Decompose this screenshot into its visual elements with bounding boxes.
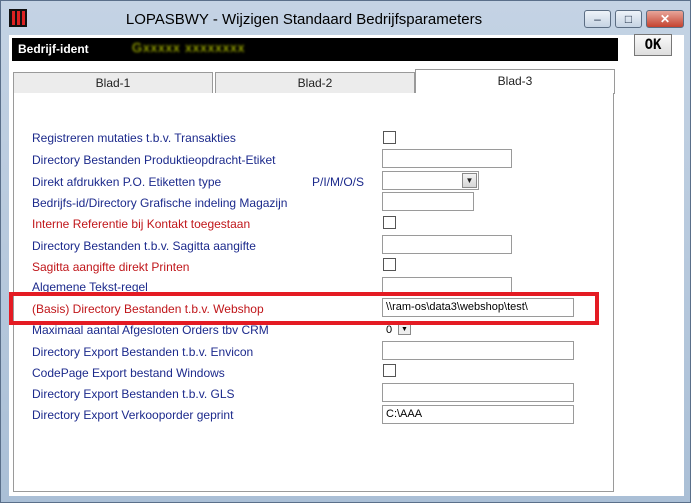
row-label-gls: Directory Export Bestanden t.b.v. GLS xyxy=(32,387,235,401)
max-orders-spinner[interactable]: 0 ▼ xyxy=(386,324,416,338)
row-label-grafische-indeling: Bedrijfs-id/Directory Grafische indeling… xyxy=(32,196,288,210)
grafische-indeling-field[interactable] xyxy=(382,192,474,211)
chevron-down-icon[interactable]: ▼ xyxy=(462,173,477,188)
tab-blad-3[interactable]: Blad-3 xyxy=(415,69,615,94)
envicon-directory-field[interactable] xyxy=(382,341,574,360)
po-etiketten-select[interactable]: ▼ xyxy=(382,171,479,190)
interne-referentie-checkbox[interactable] xyxy=(383,216,396,229)
row-label-codepage: CodePage Export bestand Windows xyxy=(32,366,225,380)
produktie-etiket-field[interactable] xyxy=(382,149,512,168)
client-area: Bedrijf-ident Gxxxxx xxxxxxxx Blad-1 Bla… xyxy=(9,35,684,496)
gls-directory-field[interactable] xyxy=(382,383,574,402)
main-window: LOPASBWY - Wijzigen Standaard Bedrijfspa… xyxy=(0,0,691,503)
close-button[interactable]: ✕ xyxy=(646,10,684,28)
maximize-button[interactable]: □ xyxy=(615,10,642,28)
close-icon: ✕ xyxy=(659,12,671,26)
chevron-down-icon[interactable]: ▼ xyxy=(398,324,411,335)
sagitta-directory-field[interactable] xyxy=(382,235,512,254)
ident-value: Gxxxxx xxxxxxxx xyxy=(132,40,246,55)
sagitta-printen-checkbox[interactable] xyxy=(383,258,396,271)
ident-label: Bedrijf-ident xyxy=(18,42,89,56)
row-label-verkooporder: Directory Export Verkooporder geprint xyxy=(32,408,234,422)
minimize-button[interactable]: – xyxy=(584,10,611,28)
minimize-icon: – xyxy=(594,12,601,26)
tab-blad-2[interactable]: Blad-2 xyxy=(215,72,415,93)
verkooporder-directory-field[interactable]: C:\AAA xyxy=(382,405,574,424)
row-label-po-etiketten: Direkt afdrukken P.O. Etiketten type xyxy=(32,175,222,189)
tab-strip: Blad-1 Blad-2 Blad-3 xyxy=(13,69,615,94)
ident-bar: Bedrijf-ident Gxxxxx xxxxxxxx xyxy=(12,38,618,61)
row-label-interne-referentie: Interne Referentie bij Kontakt toegestaa… xyxy=(32,217,251,231)
ok-button[interactable]: OK xyxy=(634,34,672,56)
row-label-transakties: Registreren mutaties t.b.v. Transakties xyxy=(32,131,236,145)
codepage-checkbox[interactable] xyxy=(383,364,396,377)
row-label-sagitta-directory: Directory Bestanden t.b.v. Sagitta aangi… xyxy=(32,239,256,253)
window-title: LOPASBWY - Wijzigen Standaard Bedrijfspa… xyxy=(125,11,483,28)
row-label-envicon: Directory Export Bestanden t.b.v. Envico… xyxy=(32,345,254,359)
maximize-icon: □ xyxy=(624,12,633,26)
max-orders-value: 0 xyxy=(386,324,393,336)
tab-blad-1[interactable]: Blad-1 xyxy=(13,72,213,93)
highlight-box xyxy=(9,292,599,325)
transakties-checkbox[interactable] xyxy=(383,131,396,144)
row-label-max-orders-crm: Maximaal aantal Afgesloten Orders tbv CR… xyxy=(32,323,269,337)
po-etiketten-type-hint: P/I/M/O/S xyxy=(312,175,365,189)
row-label-sagitta-printen: Sagitta aangifte direkt Printen xyxy=(32,260,190,274)
row-label-produktie-etiket: Directory Bestanden Produktieopdracht-Et… xyxy=(32,153,276,167)
title-bar[interactable]: LOPASBWY - Wijzigen Standaard Bedrijfspa… xyxy=(1,1,691,35)
